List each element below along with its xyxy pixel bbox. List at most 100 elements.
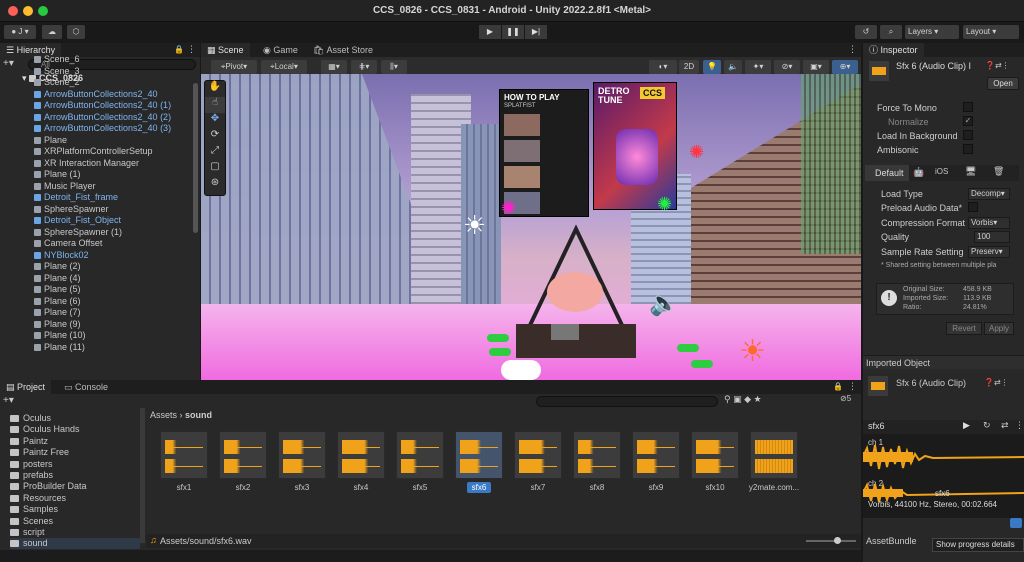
asset-label[interactable]: sfx3: [274, 483, 330, 492]
audio-asset-thumbnail[interactable]: [632, 431, 680, 479]
hierarchy-item[interactable]: Plane (7): [34, 307, 81, 318]
audio-asset-thumbnail[interactable]: [219, 431, 267, 479]
effects-icon[interactable]: ✦▾: [745, 60, 771, 74]
tab-project[interactable]: ▤ Project: [0, 380, 52, 394]
hierarchy-item[interactable]: Detroit_Fist_Object: [34, 215, 121, 226]
hierarchy-item[interactable]: Plane: [34, 135, 67, 146]
hierarchy-item[interactable]: ArrowButtonCollections2_40 (2): [34, 112, 171, 123]
folder-item[interactable]: Oculus: [10, 413, 51, 424]
normalize-checkbox[interactable]: ✓: [963, 116, 973, 126]
lock-icon[interactable]: 🔒: [174, 45, 184, 54]
hierarchy-scrollbar[interactable]: [193, 83, 198, 233]
asset-label[interactable]: sfx6: [451, 483, 507, 492]
hierarchy-item[interactable]: Plane (11): [34, 342, 85, 353]
play-button[interactable]: ▶: [479, 25, 501, 39]
hierarchy-item[interactable]: XR Interaction Manager: [34, 158, 139, 169]
folder-scrollbar[interactable]: [140, 408, 145, 543]
rotate-tool-icon[interactable]: ⟳: [205, 129, 225, 145]
load-background-checkbox[interactable]: [963, 130, 973, 140]
hierarchy-item[interactable]: Scene_6: [34, 54, 80, 65]
folder-item[interactable]: Scenes: [10, 516, 53, 527]
scene-kebab-icon[interactable]: ⋮: [848, 44, 857, 55]
hierarchy-item[interactable]: Plane (2): [34, 261, 81, 272]
asset-label[interactable]: sfx7: [510, 483, 566, 492]
trash-icon[interactable]: 🗑: [993, 166, 1004, 177]
asset-label[interactable]: sfx2: [215, 483, 271, 492]
folder-item[interactable]: sound: [10, 538, 140, 550]
arrow-button-1[interactable]: [487, 334, 509, 342]
hierarchy-item[interactable]: Plane (6): [34, 296, 81, 307]
audio-asset-thumbnail[interactable]: [750, 431, 798, 479]
load-type-select[interactable]: Decomp▾: [968, 188, 1010, 200]
folder-item[interactable]: Oculus Hands: [10, 424, 80, 435]
asset-label[interactable]: sfx4: [333, 483, 389, 492]
hierarchy-item[interactable]: Music Player: [34, 181, 96, 192]
audio-asset-thumbnail[interactable]: [396, 431, 444, 479]
apply-button[interactable]: Apply: [984, 322, 1014, 335]
force-mono-checkbox[interactable]: [963, 102, 973, 112]
hierarchy-item[interactable]: ArrowButtonCollections2_40 (3): [34, 123, 171, 134]
asset-label[interactable]: sfx5: [392, 483, 448, 492]
arrow-button-4[interactable]: [691, 360, 713, 368]
asset-label[interactable]: sfx9: [628, 483, 684, 492]
view-tool-icon[interactable]: ✋: [205, 81, 225, 97]
grid-icon[interactable]: ⋕▾: [351, 60, 377, 74]
project-filter-icons[interactable]: ⚲ ▣ ◆ ★: [724, 394, 762, 405]
audio-asset-thumbnail[interactable]: [337, 431, 385, 479]
tab-inspector[interactable]: ⓘ Inspector: [863, 43, 924, 57]
tag-icon[interactable]: [1010, 518, 1022, 528]
imported-help-icons[interactable]: ❓⇄⋮: [984, 378, 1009, 387]
hierarchy-item[interactable]: Plane (4): [34, 273, 81, 284]
hierarchy-item[interactable]: ArrowButtonCollections2_40 (1): [34, 100, 171, 111]
kebab-menu-icon[interactable]: ⋮: [187, 44, 196, 55]
audio-asset-thumbnail[interactable]: [691, 431, 739, 479]
hierarchy-item[interactable]: Camera Offset: [34, 238, 102, 249]
move-tool-icon[interactable]: ✥: [205, 113, 225, 129]
preview-play-icon[interactable]: ▶: [963, 420, 970, 431]
project-lock-icon[interactable]: 🔒: [833, 382, 843, 391]
audio-toggle-icon[interactable]: 🔈: [724, 60, 742, 74]
thumbnail-size-slider[interactable]: [806, 537, 856, 544]
tab-default-platform[interactable]: Default: [865, 165, 909, 181]
gizmos-icon[interactable]: ⊕▾: [832, 60, 858, 74]
local-dropdown[interactable]: ⌖Local▾: [261, 60, 307, 74]
breadcrumb-sound[interactable]: sound: [185, 410, 212, 420]
help-settings-icons[interactable]: ❓⇄⋮: [985, 61, 1010, 70]
account-dropdown[interactable]: ● J ▾: [4, 25, 36, 39]
hierarchy-item[interactable]: Detroit_Fist_frame: [34, 192, 118, 203]
rect-tool-icon[interactable]: ▢: [205, 161, 225, 177]
scale-tool-icon[interactable]: ⤢: [205, 145, 225, 161]
hierarchy-item[interactable]: ArrowButtonCollections2_40: [34, 89, 158, 100]
asset-label[interactable]: y2mate.com...: [746, 483, 802, 492]
increment-snap-icon[interactable]: ⫼▾: [381, 60, 407, 74]
tab-asset-store[interactable]: 🛍 Asset Store: [307, 43, 379, 57]
hierarchy-item[interactable]: Plane (10): [34, 330, 86, 341]
scene-viewport[interactable]: HOW TO PLAY SPLATFIST DETRO TUNE CCS ☀ ☀…: [201, 74, 861, 380]
history-icon[interactable]: ↺: [855, 25, 877, 39]
audio-asset-thumbnail[interactable]: [455, 431, 503, 479]
light-gizmo-icon[interactable]: ☀: [463, 210, 486, 241]
add-icon[interactable]: +▾: [3, 58, 19, 70]
cloud-icon[interactable]: ☁: [42, 25, 62, 39]
hierarchy-item[interactable]: NYBlock02: [34, 250, 89, 261]
folder-item[interactable]: posters: [10, 459, 53, 470]
ambisonic-checkbox[interactable]: [963, 144, 973, 154]
transform-tool-icon[interactable]: ⊛: [205, 177, 225, 193]
arrow-button-3[interactable]: [677, 344, 699, 352]
light-gizmo-red-icon[interactable]: ✺: [689, 142, 704, 163]
project-kebab-icon[interactable]: ⋮: [848, 381, 857, 392]
hierarchy-item[interactable]: Scene_2: [34, 77, 80, 88]
revert-button[interactable]: Revert: [946, 322, 982, 335]
folder-item[interactable]: Paintz Free: [10, 447, 69, 458]
pause-button[interactable]: ❚❚: [502, 25, 524, 39]
standalone-icon[interactable]: 🖥: [965, 166, 976, 177]
preload-checkbox[interactable]: [968, 202, 978, 212]
hidden-objects-icon[interactable]: ⊘▾: [774, 60, 800, 74]
audio-asset-thumbnail[interactable]: [160, 431, 208, 479]
folder-item[interactable]: prefabs: [10, 470, 53, 481]
step-button[interactable]: ▶|: [525, 25, 547, 39]
folder-item[interactable]: Paintz: [10, 436, 48, 447]
compression-select[interactable]: Vorbis▾: [968, 217, 1010, 229]
hidden-count[interactable]: ⊘5: [840, 394, 851, 403]
audio-asset-thumbnail[interactable]: [514, 431, 562, 479]
